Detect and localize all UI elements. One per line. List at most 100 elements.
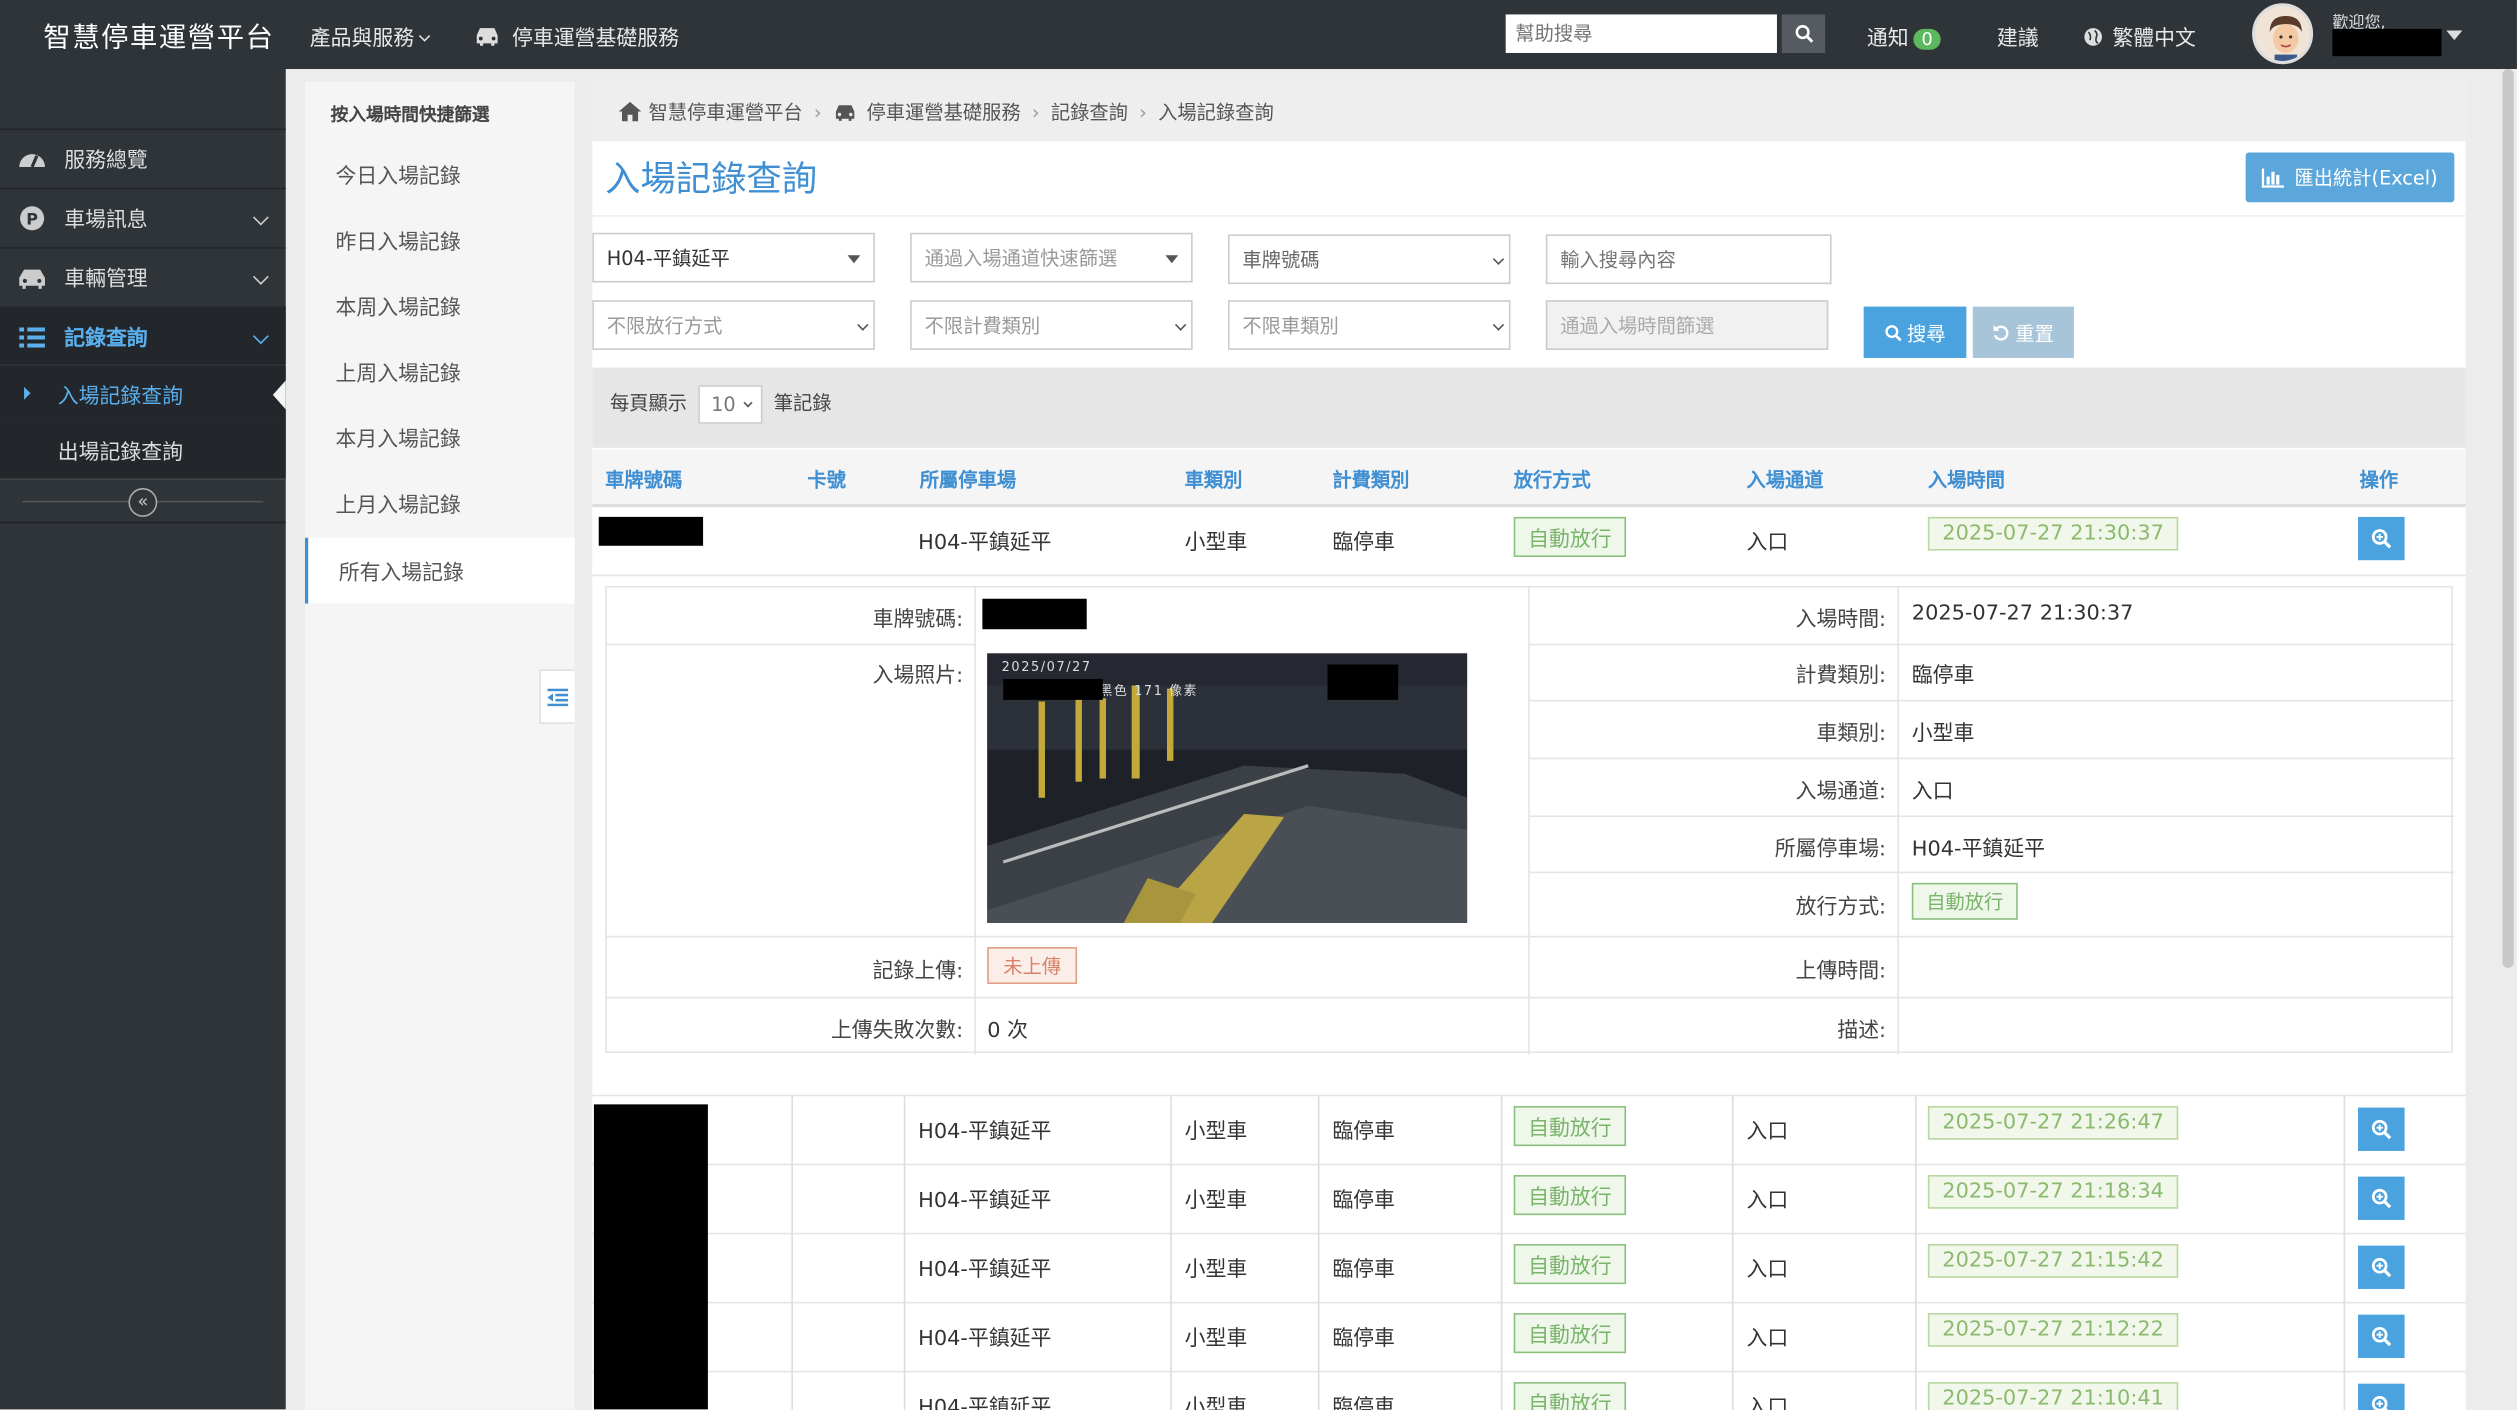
parking-lot-select[interactable]: H04-平鎮延平 [592, 232, 875, 283]
photo-redacted [1327, 664, 1399, 700]
nav-basic-label: 停車運營基礎服務 [512, 27, 680, 52]
plate-field-select[interactable]: 車牌號碼 [1227, 234, 1511, 285]
breadcrumb-records[interactable]: 記錄查詢 [1051, 98, 1128, 125]
sidebar-item-records[interactable]: 記錄查詢 [0, 306, 286, 365]
breadcrumb-home[interactable]: 智慧停車運營平台 [649, 98, 803, 125]
sidebar: 服務總覽 P 車場訊息 車輛管理 記錄查詢 入場記錄查詢 出場記錄查詢 « [0, 69, 286, 1410]
zoom-icon [2371, 1326, 2392, 1347]
language-switch[interactable]: 繁體中文 [2084, 21, 2196, 51]
column-release[interactable]: 放行方式 [1514, 466, 1591, 493]
column-entry-time[interactable]: 入場時間 [1928, 466, 2005, 493]
detail-fail-value: 0 次 [987, 1019, 1028, 1044]
breadcrumb-current: 入場記錄查詢 [1158, 101, 1274, 124]
column-plate[interactable]: 車牌號碼 [605, 466, 682, 493]
caret-down-icon[interactable] [2446, 30, 2463, 41]
table-row[interactable]: H04-平鎮延平 小型車 臨停車 自動放行 入口 2025-07-27 21:1… [592, 1234, 2466, 1304]
cell-billing: 臨停車 [1332, 1258, 1395, 1283]
sidebar-subitem-exit[interactable]: 出場記錄查詢 [0, 422, 286, 479]
column-lot[interactable]: 所屬停車場 [920, 466, 1016, 493]
sidebar-item-label: 服務總覽 [64, 149, 148, 174]
scrollbar-thumb[interactable] [2502, 69, 2514, 968]
view-detail-button[interactable] [2358, 1314, 2405, 1358]
quick-filter-today[interactable]: 今日入場記錄 [305, 141, 575, 207]
cell-vehicle: 小型車 [1184, 1189, 1248, 1214]
view-detail-button[interactable] [2358, 1245, 2405, 1289]
search-input[interactable] [1545, 234, 1832, 285]
vehicle-type-select[interactable]: 不限車類別 [1227, 300, 1511, 350]
channel-select[interactable]: 通過入場通道快速篩選 [910, 232, 1193, 283]
view-detail-button[interactable] [2358, 1107, 2405, 1151]
cell-vehicle: 小型車 [1184, 1120, 1248, 1145]
outdent-icon [547, 687, 569, 706]
view-detail-button[interactable] [2358, 516, 2405, 561]
page-scrollbar[interactable] [2500, 69, 2517, 1410]
photo-caption: 黑色 171 像素 [1099, 683, 1199, 699]
sidebar-item-vehicles[interactable]: 車輛管理 [0, 247, 286, 305]
entry-time-filter[interactable]: 通過入場時間篩選 [1545, 300, 1829, 350]
breadcrumb-basic-service[interactable]: 停車運營基礎服務 [867, 98, 1021, 125]
sidebar-subitem-entry[interactable]: 入場記錄查詢 [0, 365, 286, 423]
release-tag: 自動放行 [1513, 1382, 1627, 1410]
column-card[interactable]: 卡號 [807, 466, 846, 493]
nav-products-label: 產品與服務 [309, 27, 415, 52]
table-row[interactable]: H04-平鎮延平 小型車 臨停車 自動放行 入口 2025-07-27 21:1… [592, 1303, 2466, 1373]
plates-redacted [593, 1104, 708, 1410]
detail-lot-value: H04-平鎮延平 [1911, 837, 2046, 862]
chevron-down-icon [252, 268, 269, 285]
bar-chart-icon [2262, 167, 2285, 188]
table-row[interactable]: H04-平鎮延平 小型車 臨停車 自動放行 入口 2025-07-27 21:3… [592, 507, 2466, 577]
cell-lot: H04-平鎮延平 [918, 1258, 1052, 1283]
help-search-button[interactable] [1781, 14, 1826, 53]
breadcrumb: 智慧停車運營平台 › 停車運營基礎服務 › 記錄查詢 › 入場記錄查詢 [592, 81, 2466, 142]
nav-products[interactable]: 產品與服務 [309, 21, 431, 52]
billing-type-select[interactable]: 不限計費類別 [910, 300, 1193, 350]
brand-title[interactable]: 智慧停車運營平台 [43, 14, 274, 54]
quick-filter-all[interactable]: 所有入場記錄 [304, 537, 575, 604]
page-size-value: 10 [711, 393, 736, 416]
column-channel[interactable]: 入場通道 [1746, 466, 1823, 493]
collapse-sidebar-icon[interactable]: « [128, 487, 158, 517]
quick-filter-this-week[interactable]: 本周入場記錄 [305, 273, 575, 339]
car-icon [835, 104, 855, 121]
breadcrumb-separator: › [1139, 100, 1147, 123]
cell-vehicle: 小型車 [1184, 531, 1248, 556]
suggestion-link[interactable]: 建議 [1997, 21, 2039, 51]
entry-photo[interactable]: 2025/07/27 黑色 171 像素 [987, 653, 1468, 923]
detail-time-value: 2025-07-27 21:30:37 [1911, 601, 2134, 627]
cell-channel: 入口 [1746, 1189, 1789, 1214]
cell-vehicle: 小型車 [1184, 1327, 1248, 1352]
toggle-panel-button[interactable] [539, 669, 575, 724]
reset-button[interactable]: 重置 [1972, 306, 2074, 358]
sidebar-item-lot-info[interactable]: P 車場訊息 [0, 187, 286, 246]
billing-type-value: 不限計費類別 [924, 314, 1041, 338]
table-row[interactable]: H04-平鎮延平 小型車 臨停車 自動放行 入口 2025-07-27 21:2… [592, 1096, 2466, 1166]
help-search-input[interactable] [1505, 14, 1777, 53]
export-excel-button[interactable]: 匯出統計(Excel) [2245, 152, 2455, 203]
cell-billing: 臨停車 [1332, 1120, 1395, 1145]
quick-filter-this-month[interactable]: 本月入場記錄 [305, 405, 575, 471]
column-billing[interactable]: 計費類別 [1332, 466, 1409, 493]
detail-channel-value: 入口 [1911, 780, 1954, 805]
search-button[interactable]: 搜尋 [1863, 306, 1967, 358]
table-row[interactable]: H04-平鎮延平 小型車 臨停車 自動放行 入口 2025-07-27 21:1… [592, 1165, 2466, 1235]
quick-filter-yesterday[interactable]: 昨日入場記錄 [305, 207, 575, 273]
release-method-select[interactable]: 不限放行方式 [592, 300, 875, 350]
release-tag: 自動放行 [1513, 1175, 1627, 1216]
chevron-down-icon [1492, 319, 1505, 331]
page-size-select[interactable]: 10 [698, 385, 763, 424]
release-tag: 自動放行 [1513, 1105, 1627, 1147]
undo-icon [1994, 324, 2010, 340]
quick-filter-last-week[interactable]: 上周入場記錄 [305, 339, 575, 405]
quick-filter-last-month[interactable]: 上月入場記錄 [305, 470, 575, 536]
cell-lot: H04-平鎮延平 [918, 1120, 1052, 1145]
view-detail-button[interactable] [2358, 1383, 2405, 1410]
avatar[interactable] [2252, 3, 2314, 65]
column-vehicle[interactable]: 車類別 [1185, 466, 1243, 493]
nav-basic-service[interactable]: 停車運營基礎服務 [474, 21, 679, 51]
sidebar-collapse-bar: « [0, 478, 286, 524]
car-icon [19, 269, 45, 289]
sidebar-item-overview[interactable]: 服務總覽 [0, 128, 286, 186]
notifications[interactable]: 通知 0 [1867, 21, 1941, 51]
table-row[interactable]: H04-平鎮延平 小型車 臨停車 自動放行 入口 2025-07-27 21:1… [592, 1372, 2466, 1410]
view-detail-button[interactable] [2358, 1176, 2405, 1220]
